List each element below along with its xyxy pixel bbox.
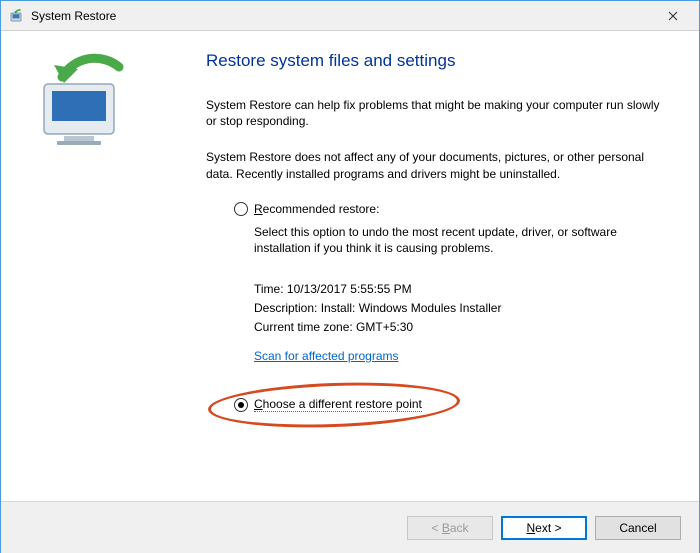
choose-different-option: Choose a different restore point: [234, 397, 422, 412]
system-restore-icon: [9, 8, 25, 24]
restore-time: Time: 10/13/2017 5:55:55 PM: [254, 282, 664, 296]
recommended-restore-description: Select this option to undo the most rece…: [254, 224, 664, 256]
sidebar: [1, 31, 176, 501]
intro-paragraph-2: System Restore does not affect any of yo…: [206, 149, 664, 181]
scan-affected-programs-link[interactable]: Scan for affected programs: [254, 349, 399, 363]
choose-different-radio-row[interactable]: Choose a different restore point: [234, 397, 422, 412]
window-title: System Restore: [31, 9, 650, 23]
back-button: < Back: [407, 516, 493, 540]
cancel-button[interactable]: Cancel: [595, 516, 681, 540]
radio-choose-different[interactable]: [234, 398, 248, 412]
intro-paragraph-1: System Restore can help fix problems tha…: [206, 97, 664, 129]
main-panel: Restore system files and settings System…: [176, 31, 699, 501]
content-area: Restore system files and settings System…: [1, 31, 699, 501]
page-heading: Restore system files and settings: [206, 51, 664, 71]
restore-description: Description: Install: Windows Modules In…: [254, 301, 664, 315]
choose-different-label: Choose a different restore point: [254, 397, 422, 412]
radio-recommended[interactable]: [234, 202, 248, 216]
next-button[interactable]: Next >: [501, 516, 587, 540]
recommended-restore-label: Recommended restore:: [254, 202, 379, 216]
recommended-restore-radio-row[interactable]: Recommended restore:: [234, 202, 664, 216]
restore-illustration-icon: [24, 49, 154, 149]
titlebar: System Restore: [1, 1, 699, 31]
restore-timezone: Current time zone: GMT+5:30: [254, 320, 664, 334]
recommended-restore-option: Recommended restore: Select this option …: [234, 202, 664, 363]
footer-buttons: < Back Next > Cancel: [1, 501, 699, 553]
close-button[interactable]: [650, 1, 695, 30]
